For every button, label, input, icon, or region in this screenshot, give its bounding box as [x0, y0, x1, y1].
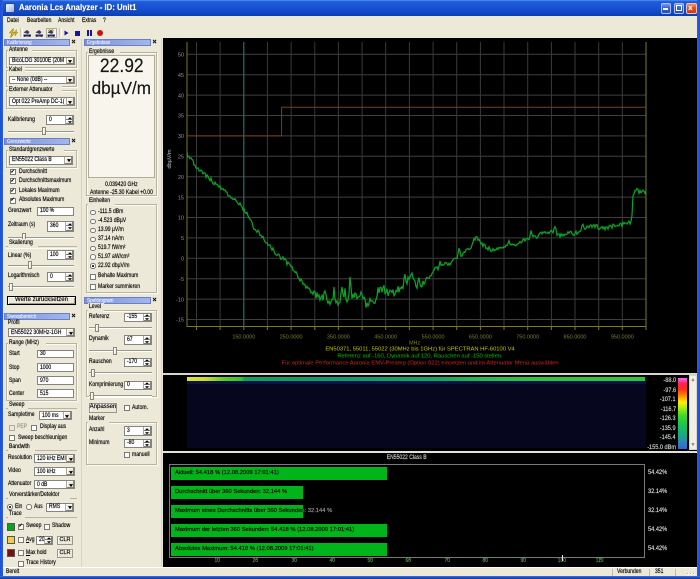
svg-text:-10: -10 [176, 297, 184, 303]
svg-text:Für optimale Performance Aaron: Für optimale Performance Aaronia EMV-Pre… [281, 361, 558, 367]
svg-text:450.0000: 450.0000 [374, 335, 397, 341]
svg-text:30: 30 [178, 134, 184, 140]
svg-text:25: 25 [178, 155, 184, 161]
svg-text:35: 35 [178, 114, 184, 120]
svg-text:EN50371, 55011, 55022 (30MHz b: EN50371, 55011, 55022 (30MHz bis 1GHz) f… [325, 347, 515, 353]
svg-text:-5: -5 [179, 277, 184, 283]
svg-text:10: 10 [178, 216, 184, 222]
svg-text:850.0000: 850.0000 [564, 335, 587, 341]
svg-text:-15: -15 [176, 318, 184, 324]
svg-text:750.0000: 750.0000 [516, 335, 539, 341]
svg-text:0: 0 [181, 257, 184, 263]
svg-text:950.0000: 950.0000 [611, 335, 634, 341]
svg-text:550.0000: 550.0000 [422, 335, 445, 341]
svg-text:20: 20 [178, 175, 184, 181]
svg-text:650.0000: 650.0000 [469, 335, 492, 341]
svg-text:Referenz auf -160, Dynamik auf: Referenz auf -160, Dynamik auf 120, Raus… [337, 354, 503, 360]
svg-text:5: 5 [181, 236, 184, 242]
svg-text:250.0000: 250.0000 [280, 335, 303, 341]
svg-text:150.0000: 150.0000 [232, 335, 255, 341]
svg-text:350.0000: 350.0000 [327, 335, 350, 341]
